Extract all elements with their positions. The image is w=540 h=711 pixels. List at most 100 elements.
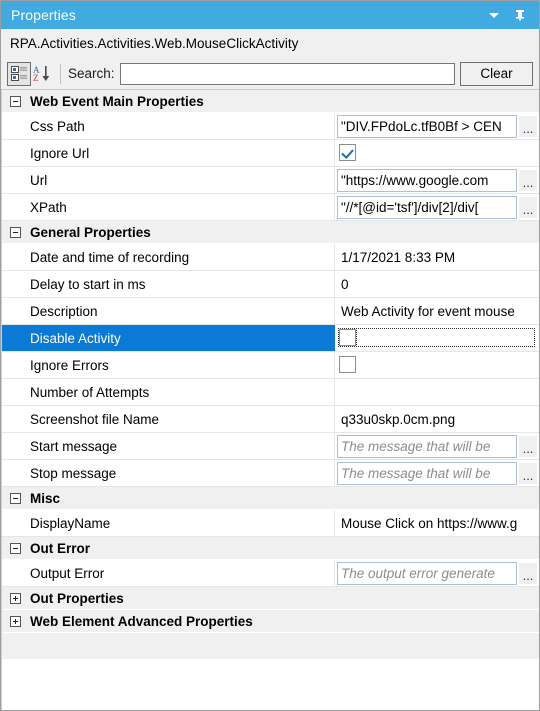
category-label: Out Error (30, 540, 91, 556)
property-row[interactable]: Screenshot file Name q33u0skp.0cm.png (2, 406, 539, 433)
property-name: Screenshot file Name (2, 406, 335, 432)
category-label: General Properties (30, 224, 151, 240)
property-name: Url (2, 167, 335, 193)
clear-button[interactable]: Clear (460, 61, 533, 86)
property-row[interactable]: Output Error The output error generate... (2, 560, 539, 587)
property-row[interactable]: Ignore Url (2, 140, 539, 167)
category-header[interactable]: Out Error (2, 537, 539, 560)
property-value-text: 1/17/2021 8:33 PM (341, 249, 456, 265)
property-value-input[interactable]: The message that will be (337, 435, 517, 458)
property-name: Number of Attempts (2, 379, 335, 405)
chevron-down-icon[interactable] (487, 8, 501, 22)
property-value-cell[interactable]: 0 (335, 271, 539, 297)
property-name: XPath (2, 194, 335, 220)
property-name: Date and time of recording (2, 244, 335, 270)
ellipsis-button[interactable]: ... (519, 116, 537, 137)
categorized-view-icon[interactable] (7, 61, 31, 86)
property-name: Start message (2, 433, 335, 459)
property-row[interactable]: Start message The message that will be... (2, 433, 539, 460)
property-row[interactable]: Number of Attempts (2, 379, 539, 406)
property-value-text: q33u0skp.0cm.png (341, 411, 456, 427)
expand-icon[interactable] (10, 615, 21, 627)
property-row[interactable]: Ignore Errors (2, 352, 539, 379)
property-value-cell[interactable]: The message that will be... (335, 460, 539, 486)
property-row[interactable]: Disable Activity (2, 325, 539, 352)
property-name: Delay to start in ms (2, 271, 335, 297)
property-row[interactable]: XPath "//*[@id='tsf']/div[2]/div[... (2, 194, 539, 221)
property-value-cell[interactable] (335, 325, 539, 351)
category-header[interactable]: General Properties (2, 221, 539, 244)
property-value-cell[interactable]: "DIV.FPdoLc.tfB0Bf > CEN... (335, 113, 539, 139)
property-value-input[interactable]: "DIV.FPdoLc.tfB0Bf > CEN (337, 115, 517, 138)
category-header[interactable]: Out Properties (2, 587, 539, 610)
property-row[interactable]: Css Path "DIV.FPdoLc.tfB0Bf > CEN... (2, 113, 539, 140)
search-input[interactable] (119, 62, 455, 85)
alphabetical-sort-icon[interactable]: A Z (31, 62, 55, 86)
search-label: Search: (68, 66, 115, 81)
toolbar-separator (60, 63, 61, 84)
property-name: Output Error (2, 560, 335, 586)
property-value-input[interactable]: "//*[@id='tsf']/div[2]/div[ (337, 196, 517, 219)
collapse-icon[interactable] (10, 542, 21, 554)
ellipsis-button[interactable]: ... (519, 563, 537, 584)
property-row[interactable]: Date and time of recording 1/17/2021 8:33… (2, 244, 539, 271)
property-value-text: 0 (341, 276, 349, 292)
property-value-cell[interactable]: q33u0skp.0cm.png (335, 406, 539, 432)
ellipsis-button[interactable]: ... (519, 463, 537, 484)
property-value-cell[interactable]: 1/17/2021 8:33 PM (335, 244, 539, 270)
panel-title: Properties (11, 7, 76, 23)
property-value-cell[interactable]: The output error generate... (335, 560, 539, 586)
property-name: Description (2, 298, 335, 324)
property-value-input[interactable]: "https://www.google.com (337, 169, 517, 192)
category-label: Web Event Main Properties (30, 93, 204, 109)
property-value-cell[interactable]: Web Activity for event mouse (335, 298, 539, 324)
category-label: Out Properties (30, 590, 124, 606)
grid-bottom-filler (2, 633, 539, 659)
panel-titlebar: Properties (1, 0, 539, 29)
pin-icon[interactable] (513, 8, 527, 22)
ellipsis-button[interactable]: ... (519, 436, 537, 457)
category-label: Web Element Advanced Properties (30, 613, 253, 629)
category-header[interactable]: Misc (2, 487, 539, 510)
property-value-text: Mouse Click on https://www.g (341, 515, 518, 531)
expand-icon[interactable] (10, 592, 21, 604)
property-name: Ignore Url (2, 140, 335, 166)
property-name: Stop message (2, 460, 335, 486)
category-header[interactable]: Web Event Main Properties (2, 90, 539, 113)
property-name: Css Path (2, 113, 335, 139)
collapse-icon[interactable] (10, 492, 21, 504)
titlebar-buttons (487, 8, 531, 22)
property-value-cell[interactable]: Mouse Click on https://www.g (335, 510, 539, 536)
property-checkbox[interactable] (339, 356, 356, 373)
property-value-text: Web Activity for event mouse (341, 303, 515, 319)
ellipsis-button[interactable]: ... (519, 170, 537, 191)
property-value-cell[interactable]: "https://www.google.com... (335, 167, 539, 193)
activity-type-line: RPA.Activities.Activities.Web.MouseClick… (1, 29, 539, 58)
checkbox-focus-rectangle (338, 328, 357, 347)
focus-rectangle (338, 328, 535, 347)
property-value-input[interactable]: The message that will be (337, 462, 517, 485)
collapse-icon[interactable] (10, 95, 21, 107)
properties-panel: Properties RPA.Activities.Activities.Web… (0, 0, 540, 711)
property-checkbox-checked[interactable] (339, 144, 356, 161)
ellipsis-button[interactable]: ... (519, 197, 537, 218)
property-name: Disable Activity (2, 325, 335, 351)
properties-grid: Web Event Main Properties Css Path "DIV.FP… (1, 90, 539, 710)
property-row[interactable]: Description Web Activity for event mouse (2, 298, 539, 325)
property-value-cell[interactable]: "//*[@id='tsf']/div[2]/div[... (335, 194, 539, 220)
property-value-cell[interactable] (335, 352, 539, 378)
property-row[interactable]: Stop message The message that will be... (2, 460, 539, 487)
property-value-cell[interactable] (335, 140, 539, 166)
property-value-input[interactable]: The output error generate (337, 562, 517, 585)
property-name: Ignore Errors (2, 352, 335, 378)
property-row[interactable]: DisplayName Mouse Click on https://www.g (2, 510, 539, 537)
property-value-cell[interactable] (335, 379, 539, 405)
property-value-cell[interactable]: The message that will be... (335, 433, 539, 459)
property-name: DisplayName (2, 510, 335, 536)
property-row[interactable]: Url "https://www.google.com... (2, 167, 539, 194)
category-header[interactable]: Web Element Advanced Properties (2, 610, 539, 633)
property-row[interactable]: Delay to start in ms 0 (2, 271, 539, 298)
properties-toolbar: A Z Search: Clear (1, 58, 539, 90)
collapse-icon[interactable] (10, 226, 21, 238)
svg-text:Z: Z (33, 73, 39, 82)
